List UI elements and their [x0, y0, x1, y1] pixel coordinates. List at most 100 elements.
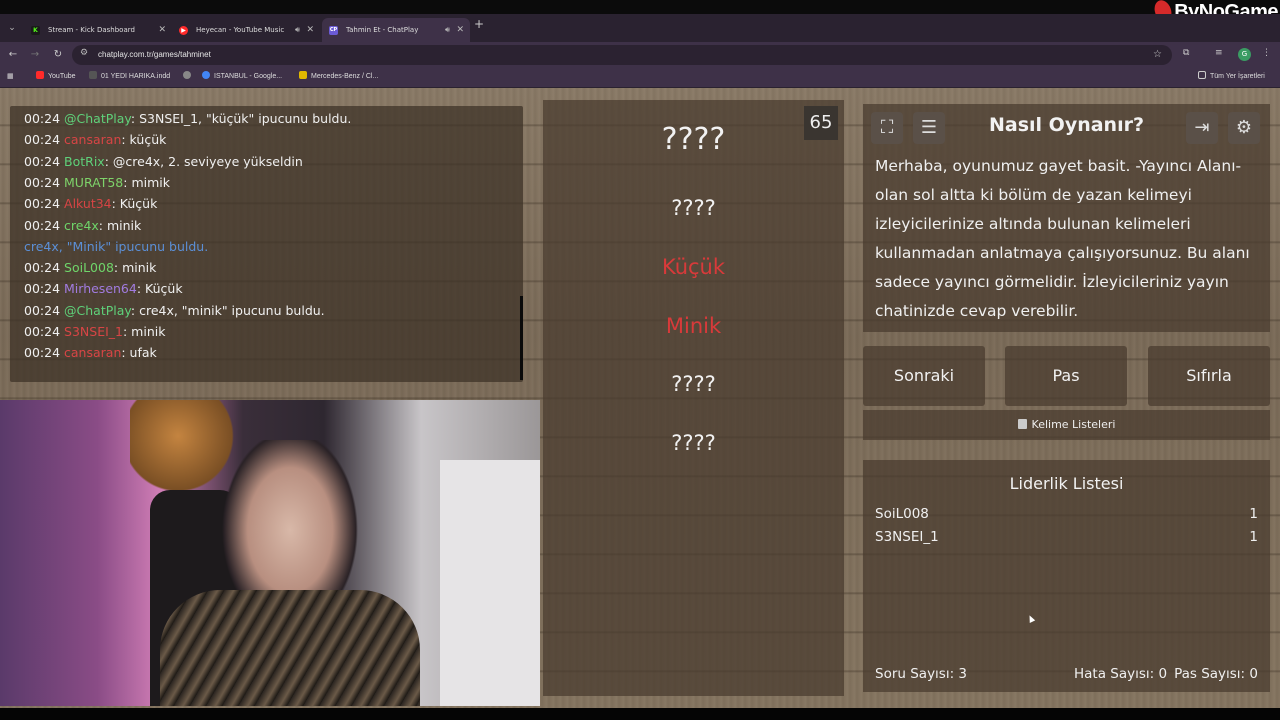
list-icon[interactable]: ☰ — [913, 112, 945, 144]
tab-youtube-music[interactable]: ▶ Heyecan - YouTube Music 🔊︎ ✕ — [172, 18, 320, 42]
word-column: 65 ???????? Küçük Minik???????? — [543, 100, 844, 696]
leaderboard-panel: Liderlik Listesi SoiL008 1 S3NSEI_1 1 So… — [863, 460, 1270, 692]
cabinet-shape — [440, 460, 540, 706]
chat-username[interactable]: @ChatPlay — [64, 111, 131, 126]
word-hidden: ???? — [671, 372, 716, 396]
chat-time: 00:24 — [24, 111, 61, 126]
reload-icon[interactable]: ↻ — [51, 48, 65, 62]
back-icon[interactable]: ← — [6, 48, 20, 62]
file-icon — [89, 71, 97, 79]
bookmark-yedi-harika[interactable]: 01 YEDI HARIKA.indd — [89, 68, 170, 86]
chat-username[interactable]: cre4x, "Minik" ipucunu buldu. — [24, 239, 208, 254]
chat-message: 00:24 cre4x: minik — [24, 218, 141, 233]
chat-text: : cre4x, "minik" ipucunu buldu. — [130, 302, 325, 318]
tab-chatplay[interactable]: CP Tahmin Et - ChatPlay 🔊︎ ✕ — [322, 18, 470, 42]
address-bar-row: ← → ↻ ⚙ chatplay.com.tr/games/tahminet ☆… — [0, 42, 1280, 68]
gear-icon[interactable]: ⚙ — [1228, 112, 1260, 144]
word-hidden: ???? — [661, 122, 726, 157]
youtube-icon — [36, 71, 44, 79]
bookmark-star-icon[interactable]: ☆ — [1153, 45, 1162, 65]
tab-kick-dashboard[interactable]: K Stream - Kick Dashboard ✕ — [24, 18, 172, 42]
chat-text: : ufak — [121, 345, 157, 361]
speaker-icon[interactable]: 🔊︎ — [295, 18, 300, 42]
site-info-icon[interactable]: ⚙ — [80, 48, 88, 58]
bookmark-globe[interactable] — [183, 68, 195, 86]
tab-label: Stream - Kick Dashboard — [48, 26, 135, 34]
word-found: Minik — [665, 314, 722, 338]
url-field[interactable]: ⚙ chatplay.com.tr/games/tahminet ☆ — [72, 45, 1172, 65]
bookmarks-bar: ▦ YouTube 01 YEDI HARIKA.indd ISTANBUL -… — [0, 68, 1280, 88]
bookmark-youtube[interactable]: YouTube — [36, 68, 76, 86]
chatplay-icon: CP — [329, 26, 338, 35]
chat-text: : Küçük — [136, 281, 183, 297]
extensions-icon[interactable]: ⧉ — [1183, 48, 1189, 58]
word-lists-button[interactable]: Kelime Listeleri — [863, 410, 1270, 440]
forward-icon[interactable]: → — [28, 48, 42, 62]
chat-username[interactable]: BotRix — [64, 154, 105, 169]
chat-message: 00:24 SoiL008: minik — [24, 260, 156, 275]
bookmark-mercedes[interactable]: Mercedes-Benz / Cl... — [299, 68, 378, 86]
new-tab-button[interactable]: + — [474, 17, 484, 31]
chat-time: 00:24 — [24, 281, 61, 297]
bookmark-label: YouTube — [48, 73, 76, 80]
chat-text: : küçük — [121, 132, 167, 148]
chat-text: : Küçük — [111, 196, 158, 212]
next-button[interactable]: Sonraki — [863, 346, 985, 406]
jacket-shape — [160, 590, 420, 706]
apps-icon[interactable]: ▦ — [7, 68, 14, 86]
close-icon[interactable]: ✕ — [306, 18, 314, 42]
bookmark-label: Tüm Yer İşaretleri — [1210, 73, 1265, 80]
chat-username[interactable]: @ChatPlay — [64, 303, 131, 318]
chat-text: : S3NSEI_1, "küçük" ipucunu buldu. — [130, 111, 352, 126]
chat-message: 00:24 @ChatPlay: cre4x, "minik" ipucunu … — [24, 303, 325, 318]
word-hidden: ???? — [671, 431, 716, 455]
chat-message: 00:24 MURAT58: mimik — [24, 175, 170, 190]
google-icon — [202, 71, 210, 79]
fullscreen-icon[interactable]: ⛶ — [871, 112, 903, 144]
chat-time: 00:24 — [24, 324, 61, 339]
chat-message: 00:24 Mirhesen64: Küçük — [24, 281, 183, 296]
chat-panel: 00:24 @ChatPlay: S3NSEI_1, "küçük" ipucu… — [10, 106, 523, 382]
chat-message: 00:24 S3NSEI_1: minik — [24, 324, 165, 339]
chat-username[interactable]: cansaran — [64, 132, 121, 147]
chat-time: 00:24 — [24, 217, 61, 233]
chat-username[interactable]: S3NSEI_1 — [64, 324, 123, 339]
chat-username[interactable]: SoiL008 — [64, 260, 114, 275]
exit-icon[interactable]: ⇥ — [1186, 112, 1218, 144]
word-lists-label: Kelime Listeleri — [1031, 418, 1116, 431]
chat-username[interactable]: cre4x — [64, 218, 99, 233]
chat-username[interactable]: Alkut34 — [64, 196, 112, 211]
tab-strip: ⌄ K Stream - Kick Dashboard ✕ ▶ Heyecan … — [0, 14, 1280, 42]
menu-icon[interactable]: ⋮ — [1262, 48, 1271, 58]
chat-text: : minik — [122, 324, 166, 339]
tab-search-icon[interactable]: ⌄ — [4, 20, 20, 36]
bookmark-istanbul[interactable]: ISTANBUL - Google... — [202, 68, 282, 86]
bookmark-label: 01 YEDI HARIKA.indd — [101, 73, 171, 80]
chat-text: : minik — [113, 260, 157, 276]
media-icon[interactable]: ≡ — [1215, 48, 1223, 58]
close-icon[interactable]: ✕ — [158, 18, 166, 42]
speaker-icon[interactable]: 🔊︎ — [445, 18, 450, 42]
help-panel: Nasıl Oynanır? ⛶ ☰ ⇥ ⚙ Merhaba, oyunumuz… — [863, 104, 1270, 332]
question-count: Soru Sayısı: 3 — [875, 666, 968, 682]
chat-username[interactable]: cansaran — [64, 345, 121, 360]
word-found: Küçük — [661, 255, 726, 279]
chat-username[interactable]: Mirhesen64 — [64, 281, 137, 296]
chat-time: 00:24 — [24, 196, 61, 212]
bookmark-label: ISTANBUL - Google... — [214, 73, 283, 80]
close-icon[interactable]: ✕ — [456, 18, 464, 42]
chat-username[interactable]: MURAT58 — [64, 175, 123, 190]
chat-scrollbar[interactable] — [520, 296, 523, 380]
pass-button[interactable]: Pas — [1005, 346, 1127, 406]
youtube-music-icon: ▶ — [179, 26, 188, 35]
tab-label: Tahmin Et - ChatPlay — [346, 26, 419, 34]
chat-time: 00:24 — [24, 345, 61, 361]
reset-button[interactable]: Sıfırla — [1148, 346, 1270, 406]
leaderboard-row: S3NSEI_1 1 — [875, 529, 1258, 545]
all-bookmarks[interactable]: Tüm Yer İşaretleri — [1198, 68, 1265, 86]
leaderboard-name: S3NSEI_1 — [875, 529, 939, 545]
help-text: Merhaba, oyunumuz gayet basit. -Yayıncı … — [875, 157, 1250, 320]
chat-text: : minik — [98, 217, 142, 233]
profile-avatar[interactable]: G — [1238, 48, 1251, 61]
chat-time: 00:24 — [24, 153, 61, 169]
